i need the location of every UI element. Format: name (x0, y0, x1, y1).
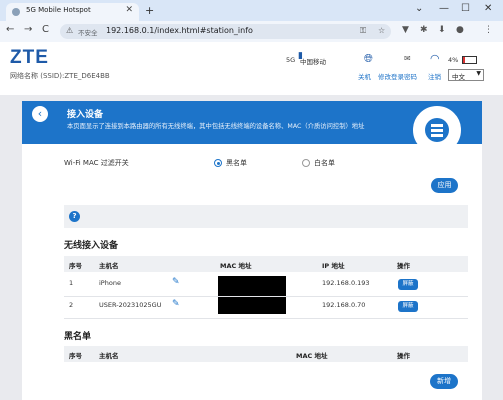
browser-tab[interactable]: 5G Mobile Hotspot ✕ (6, 3, 139, 21)
insecure-warning-icon[interactable]: ⚠ (66, 26, 73, 35)
row1-hostname: iPhone (99, 279, 121, 287)
apply-button[interactable]: 应用 (431, 178, 458, 193)
battery-percent: 4% (448, 56, 459, 64)
tab-title: 5G Mobile Hotspot (26, 6, 91, 14)
row1-ip: 192.168.0.193 (322, 279, 370, 287)
blacklist-radio[interactable] (214, 159, 222, 167)
back-arrow-icon[interactable]: ← (6, 24, 14, 35)
zte-logo: ZTE (10, 47, 49, 68)
edit-hostname-icon[interactable]: ✎ (172, 277, 180, 287)
add-blacklist-button[interactable]: 新增 (430, 374, 458, 389)
col-hostname: 主机名 (99, 262, 119, 270)
bl-col-action: 操作 (397, 352, 410, 360)
favicon-icon (12, 8, 20, 16)
blacklist-option-label: 黑名单 (226, 159, 247, 167)
row2-number: 2 (69, 301, 74, 309)
whitelist-option-label: 白名单 (314, 159, 335, 167)
logout-link[interactable]: 注销 (428, 71, 441, 81)
language-value: 中文 (452, 73, 465, 81)
row-divider (64, 318, 468, 319)
col-ip: IP 地址 (322, 262, 345, 270)
blacklist-title: 黑名单 (64, 332, 92, 342)
maximize-button[interactable]: ☐ (461, 3, 470, 14)
row2-hostname: USER-20231025GU (99, 301, 162, 309)
col-mac: MAC 地址 (220, 262, 252, 270)
address-bar[interactable]: ⚠ 不安全 192.168.0.1/index.html#station_inf… (60, 24, 391, 39)
change-password-link[interactable]: 修改登录密码 (378, 71, 417, 81)
mac-redaction (218, 276, 286, 314)
new-tab-button[interactable]: + (145, 4, 154, 17)
whitelist-radio[interactable] (302, 159, 310, 167)
row-divider (64, 296, 468, 297)
carrier-name: 中国移动 (300, 58, 326, 66)
reload-icon[interactable]: C (42, 24, 49, 35)
minimize-button[interactable]: — (439, 3, 449, 14)
row1-block-button[interactable]: 屏蔽 (398, 279, 418, 290)
row2-block-button[interactable]: 屏蔽 (398, 301, 418, 312)
ssid-label: 网络名称 (SSID):ZTE_D6E4BB (10, 72, 110, 80)
help-bar (64, 205, 468, 228)
sms-envelope-icon[interactable]: ✉ (404, 54, 411, 63)
download-icon[interactable]: ⬇ (438, 25, 446, 35)
language-select[interactable]: 中文 ▼ (448, 69, 484, 81)
mac-filter-label: Wi-Fi MAC 过滤开关 (64, 159, 129, 167)
bl-col-hostname: 主机名 (99, 352, 119, 360)
col-action: 操作 (397, 262, 410, 270)
edit-hostname-icon[interactable]: ✎ (172, 299, 180, 309)
bl-col-mac: MAC 地址 (296, 352, 328, 360)
router-header (0, 42, 503, 95)
help-icon[interactable]: ? (69, 211, 80, 222)
forward-arrow-icon[interactable]: → (24, 24, 32, 35)
panel-description: 本页面显示了连接到本路由器的所有无线终端，其中包括无线终端的设备名称、MAC（介… (67, 123, 365, 130)
wifi-icon: ◠ (430, 52, 440, 65)
bookmark-star-icon[interactable]: ☆ (378, 26, 385, 35)
row2-ip: 192.168.0.70 (322, 301, 366, 309)
url-text[interactable]: 192.168.0.1/index.html#station_info (106, 26, 253, 35)
close-window-button[interactable]: ✕ (484, 3, 492, 14)
tab-search-icon[interactable]: ⌄ (415, 3, 423, 14)
network-type: 5G (286, 56, 296, 64)
tab-close-icon[interactable]: ✕ (125, 5, 133, 15)
bl-col-number: 序号 (69, 352, 82, 360)
col-number: 序号 (69, 262, 82, 270)
battery-icon (462, 56, 477, 64)
profile-icon[interactable]: ● (456, 25, 464, 35)
wireless-devices-title: 无线接入设备 (64, 241, 119, 251)
insecure-label: 不安全 (78, 29, 98, 37)
row1-number: 1 (69, 279, 74, 287)
puzzle-icon[interactable]: ✱ (420, 25, 428, 35)
chevron-down-icon: ▼ (476, 70, 481, 77)
key-icon[interactable]: ⚿ (360, 26, 366, 36)
back-button[interactable]: ‹ (32, 106, 48, 122)
globe-network-icon: 🌐︎ (364, 52, 373, 65)
extension-icon[interactable]: ▼ (402, 25, 409, 35)
menu-icon[interactable]: ⋮ (484, 25, 493, 35)
shutdown-link[interactable]: 关机 (358, 71, 371, 81)
panel-title: 接入设备 (67, 110, 104, 120)
